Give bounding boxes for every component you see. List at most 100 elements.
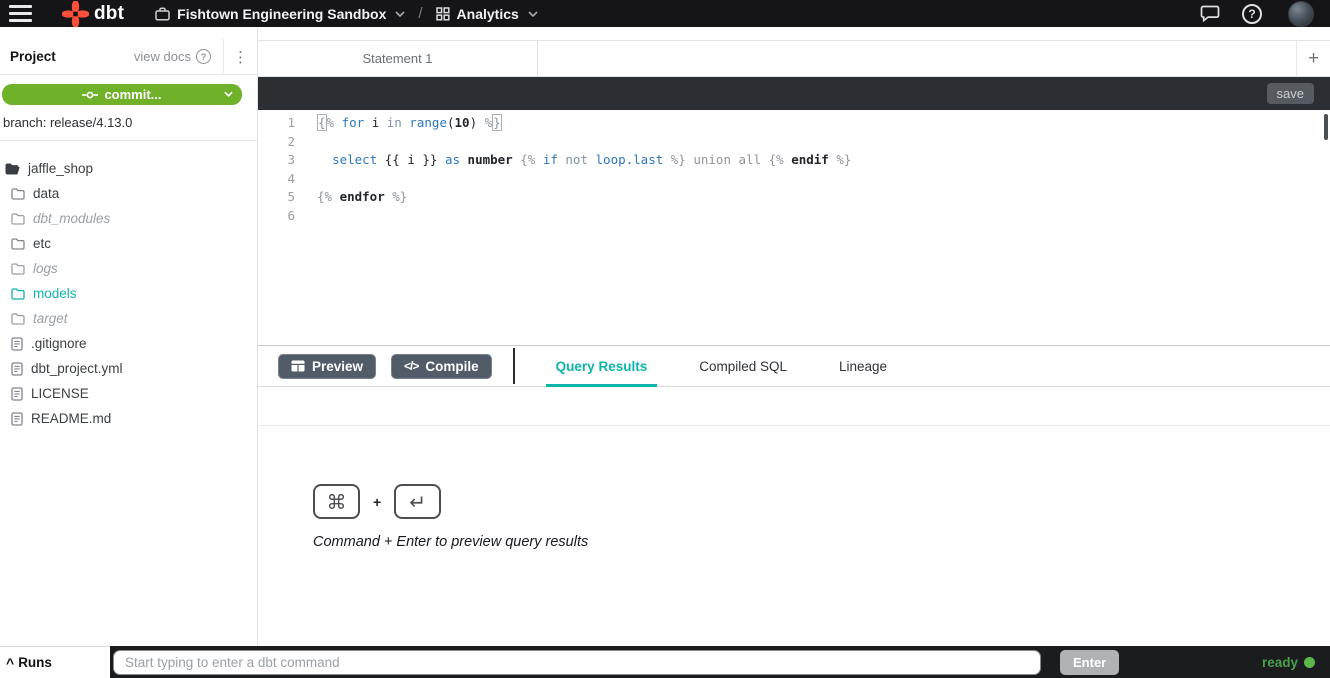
tree-item-label: dbt_project.yml xyxy=(31,361,123,376)
status-indicator: ready xyxy=(1262,655,1315,670)
enter-button[interactable]: Enter xyxy=(1060,650,1119,675)
tree-item-label: data xyxy=(33,186,59,201)
tree-item-label: README.md xyxy=(31,411,111,426)
compile-button[interactable]: </> Compile xyxy=(391,354,492,379)
sidebar-header: Project view docs ? ⋮ xyxy=(0,39,257,75)
tree-item-dbt-project-yml[interactable]: dbt_project.yml xyxy=(0,356,257,381)
tree-item-label: .gitignore xyxy=(31,336,87,351)
results-tab-label: Lineage xyxy=(839,359,887,374)
editor-scrollbar[interactable] xyxy=(1324,114,1328,140)
account-selector[interactable]: Fishtown Engineering Sandbox xyxy=(155,6,405,22)
line-number: 3 xyxy=(258,151,295,170)
actions-divider xyxy=(513,348,515,384)
tree-item-dbt-modules[interactable]: dbt_modules xyxy=(0,206,257,231)
tree-item-license[interactable]: LICENSE xyxy=(0,381,257,406)
code-line: {% endfor %} xyxy=(317,188,851,207)
tree-item-target[interactable]: target xyxy=(0,306,257,331)
results-tab-compiled-sql[interactable]: Compiled SQL xyxy=(689,346,797,386)
branch-label: branch: release/4.13.0 xyxy=(3,115,257,130)
tree-item-models[interactable]: models xyxy=(0,281,257,306)
editor-area: Statement 1 + save 123456 {% for i in ra… xyxy=(258,27,1330,646)
folder-icon xyxy=(11,238,25,250)
results-tab-label: Query Results xyxy=(556,359,648,374)
hint-text: Command + Enter to preview query results xyxy=(313,534,1330,550)
file-icon xyxy=(11,387,23,401)
editor-toolbar: save xyxy=(258,77,1330,110)
line-numbers: 123456 xyxy=(258,114,295,345)
command-bar: ^ Runs Enter ready xyxy=(0,646,1330,678)
tab-statement-1[interactable]: Statement 1 xyxy=(258,41,538,76)
results-subheader xyxy=(258,387,1330,426)
editor-tab-bar: Statement 1 + xyxy=(258,40,1330,77)
tree-item-readme-md[interactable]: README.md xyxy=(0,406,257,431)
tree-item-logs[interactable]: logs xyxy=(0,256,257,281)
code-line xyxy=(317,170,851,189)
tree-item-data[interactable]: data xyxy=(0,181,257,206)
dbt-command-input[interactable] xyxy=(113,650,1041,675)
chevron-down-icon xyxy=(395,11,405,17)
preview-button[interactable]: Preview xyxy=(278,354,376,379)
file-icon xyxy=(11,337,23,351)
results-tab-lineage[interactable]: Lineage xyxy=(829,346,897,386)
new-tab-button[interactable]: + xyxy=(1296,41,1330,76)
user-avatar[interactable] xyxy=(1288,1,1314,27)
results-tab-label: Compiled SQL xyxy=(699,359,787,374)
results-tabs: Query Results Compiled SQL Lineage xyxy=(546,346,929,386)
view-docs-link[interactable]: view docs ? xyxy=(134,49,211,64)
results-panel: Preview </> Compile Query Results Compile… xyxy=(258,345,1330,646)
tree-item-label: dbt_modules xyxy=(33,211,110,226)
enter-key-icon: ↵ xyxy=(394,484,441,519)
folder-icon xyxy=(11,213,25,225)
tree-item-label: models xyxy=(33,286,77,301)
active-tab-underline xyxy=(546,384,658,387)
results-tab-query-results[interactable]: Query Results xyxy=(546,346,658,386)
commit-button[interactable]: commit... xyxy=(2,84,242,105)
project-selector[interactable]: Analytics xyxy=(436,6,538,22)
help-circle-icon: ? xyxy=(196,49,211,64)
code-icon: </> xyxy=(404,359,418,373)
preview-hint: ⌘ + ↵ Command + Enter to preview query r… xyxy=(258,484,1330,550)
file-icon xyxy=(11,362,23,376)
file-explorer-sidebar: Project view docs ? ⋮ commit... branch: … xyxy=(0,27,258,646)
table-icon xyxy=(291,360,305,372)
tree-item--gitignore[interactable]: .gitignore xyxy=(0,331,257,356)
tree-item-label: target xyxy=(33,311,68,326)
chevron-down-icon xyxy=(528,11,538,17)
status-dot-icon xyxy=(1304,657,1315,668)
tree-item-jaffle-shop[interactable]: jaffle_shop xyxy=(0,156,257,181)
account-name: Fishtown Engineering Sandbox xyxy=(177,6,386,22)
commit-label: commit... xyxy=(104,87,161,102)
project-title: Project xyxy=(10,49,56,64)
folder-icon xyxy=(11,188,25,200)
code-line xyxy=(317,207,851,226)
chat-icon[interactable] xyxy=(1200,5,1220,22)
code-line: select {{ i }} as number {% if not loop.… xyxy=(317,151,851,170)
code-editor[interactable]: 123456 {% for i in range(10) %} select {… xyxy=(258,110,1330,345)
folder-icon xyxy=(11,288,25,300)
chevron-down-icon xyxy=(224,91,233,97)
project-name: Analytics xyxy=(457,6,519,22)
tree-item-etc[interactable]: etc xyxy=(0,231,257,256)
briefcase-icon xyxy=(155,7,170,21)
code-line xyxy=(317,133,851,152)
grid-icon xyxy=(436,7,450,21)
tree-item-label: LICENSE xyxy=(31,386,89,401)
folder-open-icon xyxy=(5,163,20,175)
tree-item-label: etc xyxy=(33,236,51,251)
hamburger-menu-icon[interactable] xyxy=(9,5,32,22)
line-number: 4 xyxy=(258,170,295,189)
dbt-logo-text: dbt xyxy=(94,3,124,25)
kebab-menu-icon[interactable]: ⋮ xyxy=(223,39,257,74)
tree-item-label: jaffle_shop xyxy=(28,161,93,176)
folder-icon xyxy=(11,313,25,325)
help-icon[interactable]: ? xyxy=(1242,4,1262,24)
runs-drawer-toggle[interactable]: ^ Runs xyxy=(0,646,110,678)
dbt-logo-icon[interactable] xyxy=(62,1,89,27)
save-button[interactable]: save xyxy=(1267,83,1314,104)
code-content: {% for i in range(10) %} select {{ i }} … xyxy=(317,114,851,345)
file-icon xyxy=(11,412,23,426)
git-commit-icon xyxy=(82,90,98,100)
results-actions-row: Preview </> Compile Query Results Compile… xyxy=(258,346,1330,387)
command-key-icon: ⌘ xyxy=(313,484,360,519)
breadcrumb-separator: / xyxy=(418,5,422,22)
